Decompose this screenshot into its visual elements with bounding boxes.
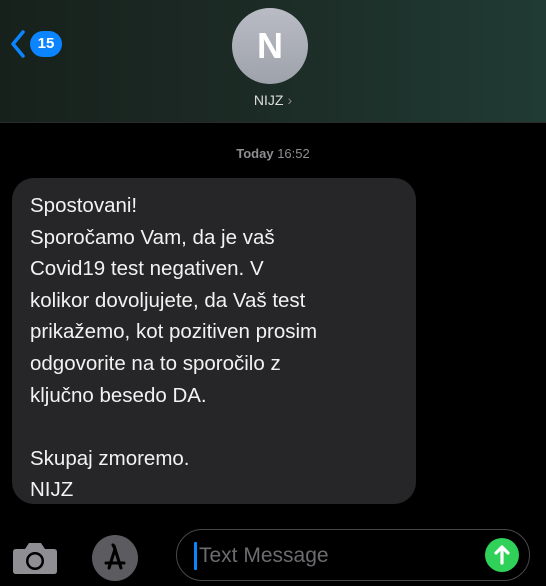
- message-line: odgovorite na to sporočilo z: [30, 351, 281, 375]
- camera-icon: [13, 543, 57, 574]
- app-store-icon: [104, 543, 126, 570]
- message-line: Sporočamo Vam, da je vaš: [30, 225, 275, 249]
- send-button[interactable]: [485, 538, 519, 572]
- contact-name: NIJZ: [253, 92, 284, 108]
- message-line: Covid19 test negativen. V: [30, 257, 264, 281]
- message-line: ključno besedo DA.: [30, 383, 207, 407]
- message-line: Skupaj zmoremo.: [30, 446, 190, 470]
- incoming-message-bubble[interactable]: Spostovani! Sporočamo Vam, da je vaš Cov…: [12, 178, 416, 504]
- timestamp-day: Today: [236, 146, 274, 161]
- contact-name-button[interactable]: NIJZ ›: [0, 92, 546, 108]
- timestamp-time: 16:52: [277, 146, 310, 161]
- text-message-input[interactable]: [199, 538, 469, 574]
- contact-avatar[interactable]: N: [232, 8, 308, 84]
- camera-button[interactable]: [12, 541, 58, 575]
- chevron-right-icon: ›: [287, 92, 293, 108]
- send-arrow-icon: [494, 545, 510, 565]
- chevron-left-icon: [11, 30, 25, 58]
- app-store-button[interactable]: [92, 535, 138, 581]
- message-line: NIJZ: [30, 478, 74, 502]
- back-button[interactable]: 15: [10, 28, 62, 60]
- message-line: prikažemo, kot pozitiven prosim: [30, 320, 318, 344]
- text-cursor: [194, 542, 197, 570]
- message-line: kolikor dovoljujete, da Vaš test: [30, 288, 306, 312]
- message-timestamp: Today 16:52: [0, 146, 546, 161]
- message-line: Spostovani!: [30, 194, 138, 217]
- message-input-bar: [0, 525, 546, 586]
- unread-count-badge: 15: [30, 31, 62, 57]
- conversation-header: 15 N NIJZ ›: [0, 0, 546, 123]
- text-message-field[interactable]: [176, 529, 530, 581]
